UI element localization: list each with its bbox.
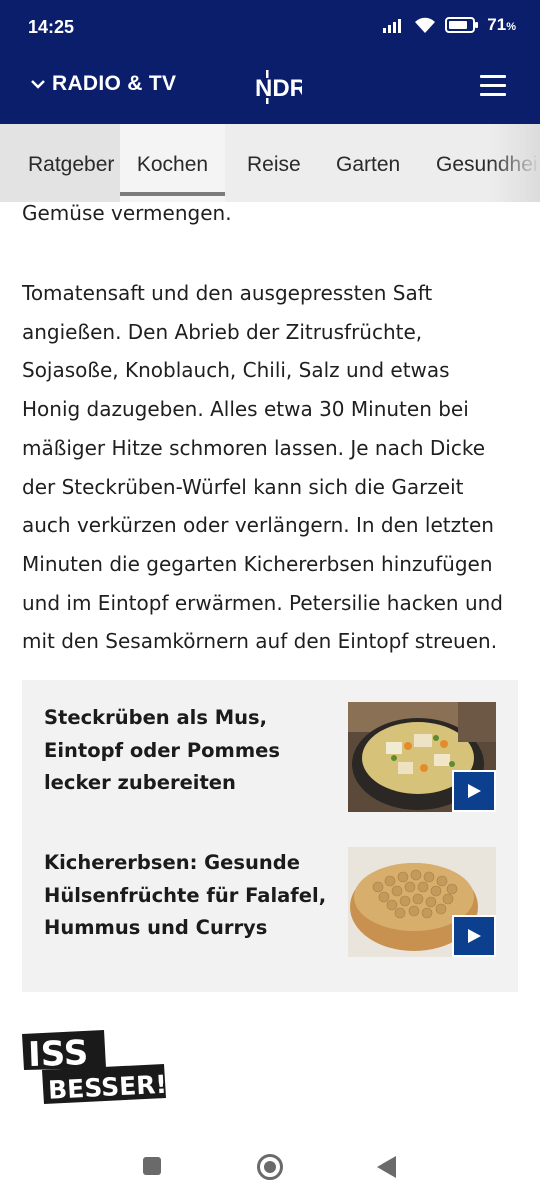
tab-ratgeber[interactable]: Ratgeber	[0, 124, 129, 202]
related-title: Steckrüben als Mus, Eintopf oder Pommes …	[44, 706, 280, 794]
chevron-down-icon	[31, 80, 45, 89]
stew-bowl-image	[348, 702, 496, 812]
radio-tv-label: RADIO & TV	[52, 72, 177, 95]
status-bar: 14:25 71%	[0, 0, 540, 54]
play-video-button[interactable]	[452, 770, 496, 812]
related-item-steckrueben[interactable]: Steckrüben als Mus, Eintopf oder Pommes …	[22, 680, 518, 812]
category-tabs: Ratgeber Kochen Reise Garten Gesundheit	[0, 124, 540, 202]
chickpeas-bowl-image	[348, 847, 496, 957]
tabs-scroll-fade	[490, 124, 540, 202]
ndr-logo[interactable]: NDR	[254, 70, 307, 108]
tab-garten[interactable]: Garten	[336, 124, 400, 202]
paragraph-line: auch verkürzen oder verlängern. In den l…	[22, 513, 494, 538]
play-icon	[468, 929, 481, 943]
related-articles-box: Steckrüben als Mus, Eintopf oder Pommes …	[22, 680, 518, 992]
signal-icon	[383, 19, 402, 33]
paragraph-line: der Steckrüben-Würfel kann sich die Garz…	[22, 474, 464, 499]
status-time: 14:25	[28, 17, 75, 37]
app-header: 14:25 71% RADIO & TV NDR	[0, 0, 540, 124]
radio-tv-dropdown[interactable]: RADIO & TV	[30, 72, 176, 96]
paragraph-line: mäßiger Hitze schmoren lassen. Je nach D…	[22, 435, 485, 460]
play-icon	[468, 784, 481, 798]
article-paragraph: Tomatensaft und den ausgepressten Saft a…	[22, 274, 522, 661]
paragraph-line: angießen. Den Abrieb der Zitrusfrüchte,	[22, 319, 423, 344]
back-triangle-icon[interactable]	[376, 1155, 398, 1183]
play-video-button[interactable]	[452, 915, 496, 957]
paragraph-line: Honig dazugeben. Alles etwa 30 Minuten b…	[22, 397, 469, 422]
logo-line2: BESSER!	[47, 1070, 167, 1105]
hamburger-menu-icon[interactable]	[480, 75, 506, 97]
recents-square-icon[interactable]	[142, 1156, 162, 1180]
header-row: RADIO & TV NDR	[0, 56, 540, 116]
tab-kochen[interactable]: Kochen	[120, 124, 225, 202]
logo-text: NDR	[255, 75, 302, 102]
paragraph-line: Sojasoße, Knoblauch, Chili, Salz und etw…	[22, 358, 450, 383]
battery-icon	[445, 17, 479, 33]
battery-percent: 71%	[487, 15, 516, 34]
system-nav-bar	[0, 1128, 540, 1200]
wifi-icon	[415, 17, 436, 33]
paragraph-line: und im Eintopf erwärmen. Petersilie hack…	[22, 590, 503, 615]
related-title: Kichererbsen: Gesunde Hülsenfrüchte für …	[44, 851, 327, 939]
iss-besser-logo[interactable]: ISS BESSER!	[22, 1030, 168, 1110]
article-partial-line: Gemüse vermengen.	[22, 201, 232, 225]
paragraph-line: mit den Sesamkörnern auf den Eintopf str…	[22, 629, 498, 654]
status-icons: 71%	[383, 15, 516, 35]
related-item-kichererbsen[interactable]: Kichererbsen: Gesunde Hülsenfrüchte für …	[22, 825, 518, 957]
paragraph-line: Minuten die gegarten Kichererbsen hinzuf…	[22, 551, 493, 576]
home-circle-icon[interactable]	[256, 1153, 284, 1185]
tab-reise[interactable]: Reise	[247, 124, 301, 202]
paragraph-line: Tomatensaft und den ausgepressten Saft	[22, 281, 433, 305]
